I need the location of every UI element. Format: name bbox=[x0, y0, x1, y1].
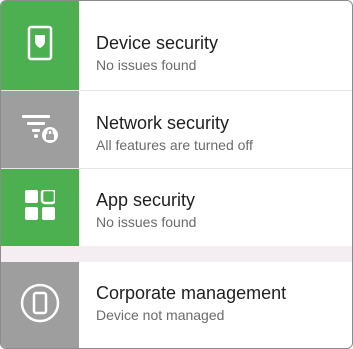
network-security-title: Network security bbox=[96, 113, 230, 133]
app-security-status: No issues found bbox=[96, 214, 197, 230]
apps-grid-icon bbox=[25, 188, 57, 225]
security-status-panel: Device security No issues found Network … bbox=[0, 0, 353, 349]
phone-shield-icon bbox=[27, 25, 53, 66]
corporate-management-status: Device not managed bbox=[96, 307, 225, 323]
corporate-management-title: Corporate management bbox=[96, 283, 287, 303]
device-security-item[interactable]: Device security No issues found bbox=[1, 1, 352, 90]
phone-circle-icon bbox=[19, 282, 61, 329]
wifi-lock-icon bbox=[18, 109, 62, 150]
device-security-status: No issues found bbox=[96, 57, 197, 73]
app-security-title: App security bbox=[96, 190, 196, 210]
device-security-tile bbox=[1, 1, 79, 90]
device-security-title: Device security bbox=[96, 33, 219, 53]
app-security-tile bbox=[1, 169, 79, 246]
corporate-management-tile bbox=[1, 262, 79, 348]
network-security-tile bbox=[1, 91, 79, 168]
network-security-item[interactable]: Network security All features are turned… bbox=[1, 91, 352, 168]
corporate-management-item[interactable]: Corporate management Device not managed bbox=[1, 262, 352, 348]
app-security-item[interactable]: App security No issues found bbox=[1, 169, 352, 246]
network-security-status: All features are turned off bbox=[96, 137, 253, 153]
section-gap bbox=[1, 246, 352, 262]
